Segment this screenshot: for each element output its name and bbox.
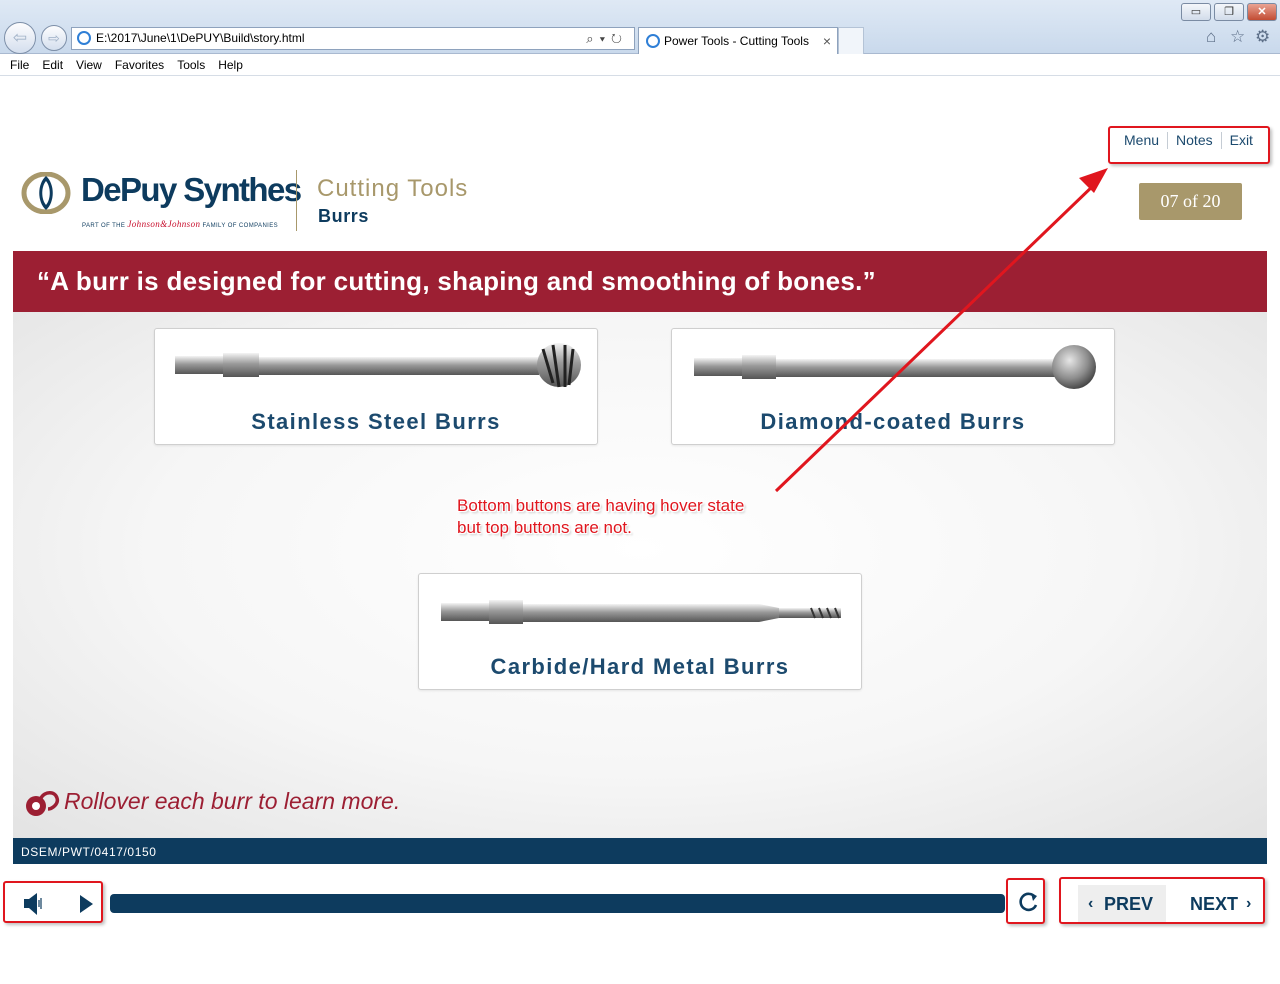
course-subtitle: Burrs [318, 206, 370, 226]
footer-code-bar: DSEM/PWT/0417/0150 [13, 838, 1267, 864]
highlight-audio-controls-frame [3, 881, 103, 923]
stainless-steel-burr-card[interactable]: Stainless Steel Burrs [154, 328, 598, 445]
brand-name: DePuy Synthes [81, 171, 302, 208]
browser-tab[interactable]: Power Tools - Cutting Tools × [638, 27, 838, 54]
menu-view[interactable]: View [76, 55, 102, 75]
address-tools-icons[interactable]: ⌕▾↻ [586, 28, 628, 49]
forward-button[interactable]: ⇨ [41, 25, 67, 51]
depuy-synthes-logo-icon [21, 172, 71, 214]
rollover-hint-text: Rollover each burr to learn more. [64, 788, 401, 814]
favorites-star-icon[interactable]: ☆ [1230, 27, 1245, 47]
annotation-line-2: but top buttons are not. [457, 518, 632, 537]
address-bar[interactable]: E:\2017\June\1\DePUY\Build\story.html ⌕▾… [71, 27, 635, 50]
diamond-coated-burr-card[interactable]: Diamond-coated Burrs [671, 328, 1115, 445]
menu-bar: File Edit View Favorites Tools Help [0, 55, 1280, 76]
carbide-burr-icon [441, 600, 841, 624]
carbide-burr-label: Carbide/Hard Metal Burrs [490, 654, 790, 679]
arrowhead-icon [1079, 168, 1108, 193]
ie-page-icon [77, 31, 91, 45]
close-window-button[interactable]: ✕ [1247, 3, 1277, 21]
review-annotation: Bottom buttons are having hover state bu… [457, 495, 744, 539]
new-tab-button[interactable] [838, 27, 864, 54]
forward-arrow-icon: ⇨ [48, 29, 60, 46]
settings-gear-icon[interactable]: ⚙ [1255, 27, 1270, 47]
minimize-button[interactable]: ▭ [1181, 3, 1211, 21]
home-icon[interactable]: ⌂ [1206, 27, 1216, 47]
highlight-top-nav-frame [1108, 126, 1270, 164]
menu-tools[interactable]: Tools [177, 55, 205, 75]
back-arrow-icon: ⇦ [12, 28, 28, 47]
menu-file[interactable]: File [10, 55, 29, 75]
course-title: Cutting Tools [317, 175, 469, 202]
tab-title: Power Tools - Cutting Tools [664, 34, 809, 48]
menu-edit[interactable]: Edit [42, 55, 63, 75]
highlight-replay-frame [1006, 878, 1045, 924]
highlight-prev-next-frame [1059, 877, 1265, 924]
address-text: E:\2017\June\1\DePUY\Build\story.html [96, 31, 305, 45]
seek-bar[interactable] [110, 894, 1005, 913]
annotation-line-1: Bottom buttons are having hover state [457, 496, 745, 515]
menu-favorites[interactable]: Favorites [115, 55, 164, 75]
browser-chrome: ⇦ ⇨ E:\2017\June\1\DePUY\Build\story.htm… [0, 0, 1280, 54]
page-counter: 07 of 20 [1139, 183, 1242, 220]
header-divider [296, 170, 297, 231]
diamond-coated-burr-label: Diamond-coated Burrs [760, 409, 1026, 434]
brand-tagline: PART OF THE Johnson&Johnson FAMILY OF CO… [82, 219, 279, 229]
menu-help[interactable]: Help [218, 55, 243, 75]
back-button[interactable]: ⇦ [4, 22, 36, 54]
tab-close-icon[interactable]: × [823, 28, 831, 54]
diamond-coated-burr-icon [694, 345, 1096, 389]
ie-tab-icon [646, 34, 660, 48]
stainless-steel-burr-icon [175, 343, 581, 388]
carbide-burr-card[interactable]: Carbide/Hard Metal Burrs [418, 573, 862, 690]
rollover-hint-icon [26, 791, 60, 816]
quote-banner: “A burr is designed for cutting, shaping… [13, 251, 1267, 312]
restore-button[interactable]: ❐ [1214, 3, 1244, 21]
stainless-steel-burr-label: Stainless Steel Burrs [251, 409, 501, 434]
